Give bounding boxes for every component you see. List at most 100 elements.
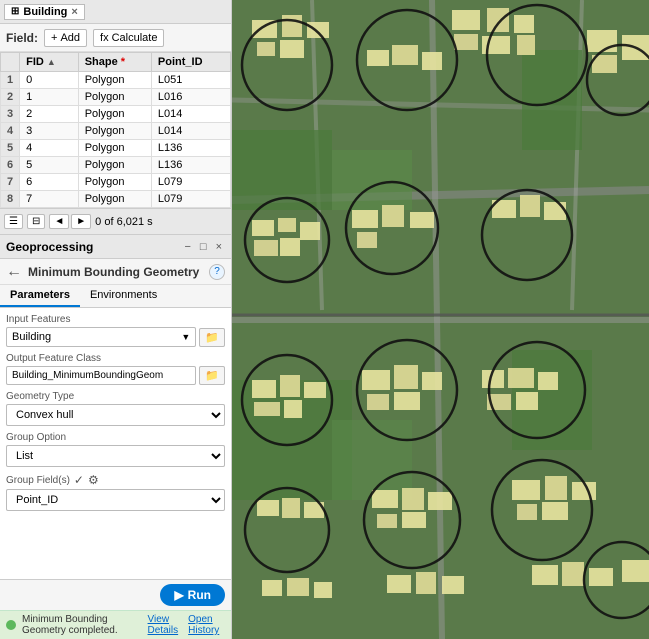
col-header-fid[interactable]: FID ▲ [20, 53, 79, 72]
col-header-point-id[interactable]: Point_ID [151, 53, 230, 72]
input-dropdown-icon: ▼ [181, 332, 190, 342]
geometry-type-select[interactable]: Convex hull Envelope Circle [6, 404, 225, 426]
row-number: 2 [1, 89, 20, 106]
tab-close-button[interactable]: × [71, 6, 77, 18]
geo-nav-bar: ← Minimum Bounding Geometry ? [0, 259, 231, 285]
add-button[interactable]: + Add [44, 29, 87, 47]
geo-close-button[interactable]: × [213, 241, 225, 253]
column-view-button[interactable]: ⊟ [27, 214, 45, 229]
table-view-button[interactable]: ☰ [4, 214, 23, 229]
cell-fid: 7 [20, 191, 79, 208]
input-features-label: Input Features [6, 314, 225, 325]
record-count: 0 of 6,021 s [95, 216, 153, 228]
status-message: Minimum Bounding Geometry completed. [22, 614, 142, 636]
group-option-select[interactable]: List None All [6, 445, 225, 467]
cell-fid: 6 [20, 174, 79, 191]
cell-shape: Polygon [78, 191, 151, 208]
cell-shape: Polygon [78, 72, 151, 89]
last-page-button[interactable]: ► [71, 214, 91, 229]
output-feature-class-folder-button[interactable]: 📁 [199, 366, 225, 385]
cell-fid: 5 [20, 157, 79, 174]
group-fields-select[interactable]: Point_ID FID [6, 489, 225, 511]
sort-asc-icon: ▲ [47, 57, 56, 67]
tab-bar: ⊞ Building × [0, 0, 231, 24]
group-fields-check-icon[interactable]: ✓ [74, 473, 84, 487]
cell-point-id: L136 [151, 140, 230, 157]
geo-panel-header: Geoprocessing − □ × [0, 235, 231, 259]
cell-fid: 4 [20, 140, 79, 157]
col-header-shape[interactable]: Shape * [78, 53, 151, 72]
tab-parameters[interactable]: Parameters [0, 285, 80, 307]
attribute-table: FID ▲ Shape * Point_ID 1 0 Polygon L051 [0, 52, 231, 208]
output-feature-class-input[interactable]: Building_MinimumBoundingGeom [6, 366, 196, 385]
status-links: View Details Open History [148, 614, 225, 636]
geoprocessing-panel: Geoprocessing − □ × ← Minimum Bounding G… [0, 235, 231, 639]
map-area[interactable] [232, 0, 649, 639]
row-number: 8 [1, 191, 20, 208]
table-row[interactable]: 6 5 Polygon L136 [1, 157, 231, 174]
input-features-folder-button[interactable]: 📁 [199, 328, 225, 347]
cell-shape: Polygon [78, 157, 151, 174]
row-number: 1 [1, 72, 20, 89]
group-fields-header: Group Field(s) ✓ ⚙ [6, 473, 225, 487]
table-row[interactable]: 1 0 Polygon L051 [1, 72, 231, 89]
group-fields-section: Group Field(s) ✓ ⚙ Point_ID FID [6, 473, 225, 511]
geo-run-footer: ▶ Run [0, 579, 231, 610]
cell-point-id: L079 [151, 191, 230, 208]
output-feature-class-row: Building_MinimumBoundingGeom 📁 [6, 366, 225, 385]
output-feature-class-label: Output Feature Class [6, 353, 225, 364]
geo-minimize-button[interactable]: − [181, 241, 193, 253]
row-number: 5 [1, 140, 20, 157]
table-row[interactable]: 2 1 Polygon L016 [1, 89, 231, 106]
table-row[interactable]: 4 3 Polygon L014 [1, 123, 231, 140]
group-fields-settings-icon[interactable]: ⚙ [88, 473, 99, 487]
cell-shape: Polygon [78, 123, 151, 140]
group-option-section: Group Option List None All [6, 432, 225, 467]
geometry-type-section: Geometry Type Convex hull Envelope Circl… [6, 391, 225, 426]
geo-parameters-body[interactable]: Input Features Building ▼ 📁 Output Featu… [0, 308, 231, 579]
run-play-icon: ▶ [174, 588, 183, 602]
row-number: 7 [1, 174, 20, 191]
row-number: 6 [1, 157, 20, 174]
table-row[interactable]: 7 6 Polygon L079 [1, 174, 231, 191]
first-page-button[interactable]: ◄ [49, 214, 69, 229]
geo-status-bar: Minimum Bounding Geometry completed. Vie… [0, 610, 231, 639]
geo-back-button[interactable]: ← [6, 263, 22, 281]
calculate-button[interactable]: fx Calculate [93, 29, 164, 47]
cell-point-id: L136 [151, 157, 230, 174]
cell-fid: 0 [20, 72, 79, 89]
tab-grid-icon: ⊞ [11, 6, 19, 17]
cell-shape: Polygon [78, 106, 151, 123]
cell-point-id: L016 [151, 89, 230, 106]
view-details-link[interactable]: View Details [148, 614, 183, 636]
add-icon: + [51, 32, 57, 44]
table-row[interactable]: 3 2 Polygon L014 [1, 106, 231, 123]
map-overlay-svg [232, 0, 649, 639]
geometry-type-label: Geometry Type [6, 391, 225, 402]
table-row[interactable]: 8 7 Polygon L079 [1, 191, 231, 208]
tab-environments[interactable]: Environments [80, 285, 167, 307]
cell-shape: Polygon [78, 174, 151, 191]
table-footer: ☰ ⊟ ◄ ► 0 of 6,021 s [0, 208, 231, 234]
cell-shape: Polygon [78, 140, 151, 157]
building-tab[interactable]: ⊞ Building × [4, 4, 85, 20]
input-features-section: Input Features Building ▼ 📁 [6, 314, 225, 347]
calculate-icon: fx [100, 32, 109, 44]
geo-resize-button[interactable]: □ [197, 241, 210, 253]
field-label: Field: [6, 31, 38, 45]
col-header-rownum [1, 53, 20, 72]
cell-fid: 2 [20, 106, 79, 123]
attribute-table-scroll[interactable]: FID ▲ Shape * Point_ID 1 0 Polygon L051 [0, 52, 231, 208]
geo-tabs: Parameters Environments [0, 285, 231, 308]
tab-title-label: Building [23, 6, 67, 18]
cell-point-id: L079 [151, 174, 230, 191]
cell-point-id: L014 [151, 123, 230, 140]
geo-help-button[interactable]: ? [209, 264, 225, 280]
run-button[interactable]: ▶ Run [160, 584, 225, 606]
input-features-input[interactable]: Building ▼ [6, 327, 196, 347]
geo-tool-name: Minimum Bounding Geometry [28, 265, 199, 279]
table-row[interactable]: 5 4 Polygon L136 [1, 140, 231, 157]
cell-fid: 1 [20, 89, 79, 106]
input-features-row: Building ▼ 📁 [6, 327, 225, 347]
open-history-link[interactable]: Open History [188, 614, 225, 636]
